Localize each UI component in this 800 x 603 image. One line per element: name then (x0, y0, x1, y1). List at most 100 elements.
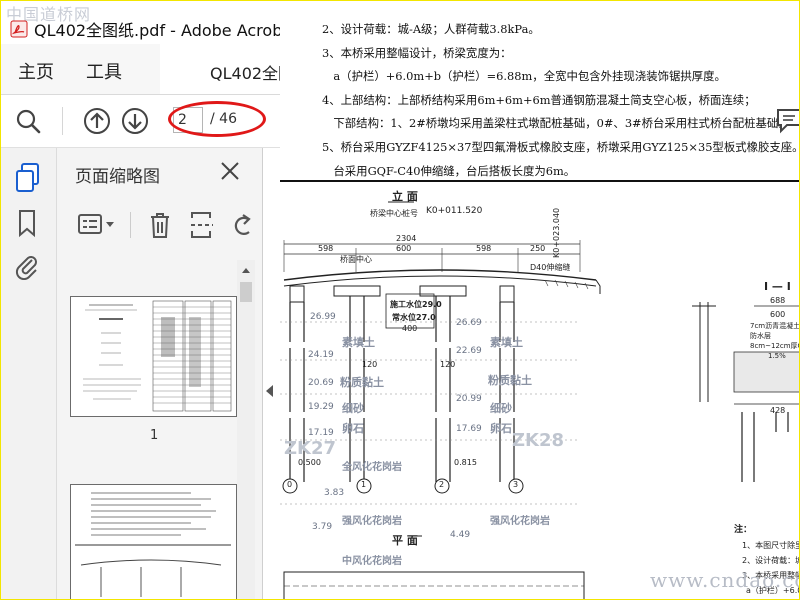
soil-layer-label: 强风化花岗岩 (342, 516, 402, 527)
note-line: 5、桥台采用GYZF4125×37型四氟滑板式橡胶支座，桥墩采用GYZ125×3… (322, 139, 800, 154)
panel-divider (130, 212, 131, 238)
soil-layer-label: 全风化花岗岩 (342, 462, 402, 473)
note-line: 2、设计荷载：城-A级；人群荷载3.8kPa。 (322, 22, 540, 36)
next-page-icon[interactable] (120, 106, 150, 136)
level-label: 20.99 (456, 394, 482, 404)
level-label: 0.815 (454, 458, 477, 467)
thumbnail-scrollbar[interactable] (237, 260, 255, 600)
borehole-stamp: ZK28 (512, 430, 565, 451)
level-label: 20.69 (308, 378, 334, 388)
delete-icon[interactable] (147, 210, 173, 240)
pdf-file-icon (10, 20, 28, 38)
level-label: 26.99 (310, 312, 336, 322)
pier-number: 1 (361, 480, 367, 489)
scroll-up-arrow-icon[interactable] (241, 266, 251, 274)
panel-title: 页面缩略图 (75, 167, 160, 187)
document-view[interactable]: 2、设计荷载：城-A级；人群荷载3.8kPa。 3、本桥采用整幅设计，桥梁宽度为… (280, 0, 800, 600)
bearing-dimension: 120 (362, 360, 378, 369)
close-icon[interactable] (219, 160, 241, 182)
level-label: 17.69 (456, 424, 482, 434)
soil-layer-label: 卵石 (342, 422, 364, 435)
section-dimension: 600 (770, 310, 786, 319)
search-icon[interactable] (14, 107, 42, 135)
section-note: 防水层 (750, 332, 771, 340)
dimension-span: 598 (318, 244, 334, 253)
bearing-dimension: 400 (402, 324, 418, 333)
soil-layer-label: 细砂 (490, 402, 512, 415)
soil-layer-label: 粉质黏土 (340, 376, 384, 389)
previous-page-icon[interactable] (82, 106, 112, 136)
attachment-icon[interactable] (14, 252, 40, 280)
menu-tools[interactable]: 工具 (86, 58, 122, 84)
soil-layer-label: 细砂 (342, 402, 364, 415)
soil-layer-label: 卵石 (490, 422, 512, 435)
side-station: K0+023.040 (552, 207, 561, 258)
note-line: 3、本桥采用整幅设计，桥梁宽度为： (322, 45, 512, 60)
center-station: K0+011.520 (426, 206, 483, 216)
comment-icon[interactable] (775, 106, 800, 134)
borehole-stamp: ZK27 (284, 438, 337, 459)
drawing-note: 2、设计荷载：城- (742, 556, 800, 565)
elevation-title: 立 面 (392, 190, 418, 203)
plan-title: 平 面 (392, 534, 418, 547)
thumbnail-preview (75, 492, 231, 597)
toolbar: 2 / 46 (0, 95, 320, 148)
depth-label: 3.79 (312, 522, 333, 532)
drawing-note: 1、本图尺寸除里程 (742, 541, 800, 550)
dimension-span: 598 (476, 244, 492, 253)
left-navigation-rail (0, 148, 57, 600)
soil-layer-label: 素填土 (490, 336, 523, 349)
page-thumbnail-1[interactable] (70, 296, 237, 417)
section-dimension: 688 (770, 296, 786, 305)
toolbar-divider (62, 107, 63, 135)
notes-heading: 注： (734, 525, 753, 535)
note-line: a（护栏）+6.0m+b（护栏）=6.88m，全宽中包含外挂现浇装饰锯拱厚度。 (322, 69, 726, 84)
design-notes: 2、设计荷载：城-A级；人群荷载3.8kPa。 3、本桥采用整幅设计，桥梁宽度为… (322, 18, 800, 183)
note-line: 4、上部结构：上部桥结构采用6m+6m+6m普通钢筋混凝土简支空心板，桥面连续； (322, 92, 756, 107)
section-dimension: 428 (770, 406, 786, 415)
pier-top-label: 桥面中心 (340, 255, 372, 264)
thumbnail-preview (83, 300, 232, 412)
extract-pages-icon[interactable] (189, 210, 215, 240)
pier-number: 2 (439, 480, 445, 489)
pier-number: 0 (287, 480, 293, 489)
dimension-total: 2304 (396, 234, 417, 243)
menu-home[interactable]: 主页 (18, 58, 54, 84)
section-note: 1.5% (768, 352, 786, 360)
soil-layer-label: 强风化花岗岩 (490, 516, 550, 527)
rotate-icon[interactable] (231, 210, 253, 240)
panel-toolbar (57, 200, 262, 250)
bookmark-icon[interactable] (14, 208, 40, 238)
depth-label: 4.49 (450, 530, 471, 540)
level-label: 22.69 (456, 346, 482, 356)
soil-layer-label: 中风化花岗岩 (342, 556, 402, 567)
soil-layer-label: 素填土 (342, 336, 375, 349)
scrollbar-thumb[interactable] (240, 282, 252, 302)
soil-layer-label: 粉质黏土 (488, 374, 532, 387)
expansion-joint-label: D40伸缩缝 (530, 263, 571, 272)
note-line: 下部结构：1、2#桥墩均采用盖梁柱式墩配桩基础，0#、3#桥台采用柱式桥台配桩基… (322, 116, 790, 131)
level-label: 0.500 (298, 458, 321, 467)
section-note: 7cm沥青混凝土铺装 (750, 322, 800, 330)
level-label: 24.19 (308, 350, 334, 360)
pier-number: 3 (513, 480, 519, 489)
page-number-highlight (168, 101, 266, 137)
site-watermark: www.cndao.com (650, 568, 800, 592)
depth-label: 3.83 (324, 488, 345, 498)
center-station-label: 桥梁中心桩号 (370, 209, 418, 218)
section-title: I — I (764, 280, 791, 293)
thumbnail-options-icon[interactable] (77, 212, 117, 238)
bearing-dimension: 120 (440, 360, 456, 369)
construction-water-level: 施工水位29.0 (390, 300, 442, 309)
section-note: 8cm~12cm厚C40 (750, 342, 800, 350)
dimension-span: 600 (396, 244, 412, 253)
collapse-panel-icon[interactable] (266, 385, 273, 397)
page-thumbnails-icon[interactable] (14, 162, 42, 194)
page-thumbnail-2[interactable] (70, 484, 237, 600)
dimension-span: 250 (530, 244, 546, 253)
page-thumbnails-panel: 页面缩略图 1 (57, 148, 263, 600)
title-bar: 中国道桥网 QL402全图纸.pdf - Adobe Acrobat Pro (0, 0, 329, 44)
thumbnail-page-number: 1 (150, 428, 159, 443)
level-label: 26.69 (456, 318, 482, 328)
level-label: 19.29 (308, 402, 334, 412)
